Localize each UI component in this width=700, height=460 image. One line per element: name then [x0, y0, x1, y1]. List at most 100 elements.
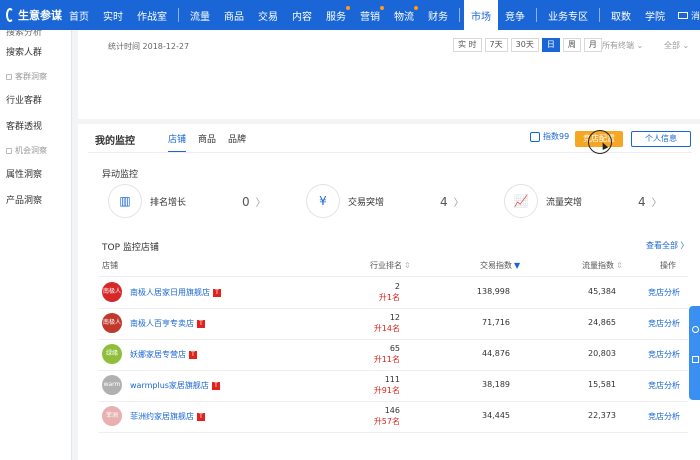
competitor-analysis-link[interactable]: 竞店分析 [648, 380, 680, 391]
scope-select[interactable]: 全部 [664, 40, 689, 51]
brand-logo[interactable]: 生意参谋 [0, 7, 62, 23]
sidebar-item-search-analysis[interactable]: 搜索分析 [0, 30, 71, 40]
nav-finance[interactable]: 财务 [421, 0, 455, 30]
rank-value: 146 [384, 406, 400, 415]
shop-name-link[interactable]: 南极人百亨专卖店 T [130, 318, 205, 329]
nav-divider [178, 8, 179, 22]
brand-name: 生意参谋 [18, 9, 62, 22]
sort-icon: ⇕ [404, 261, 411, 270]
col-trade-index[interactable]: 交易指数 ▼ [480, 260, 520, 271]
table-row: warm warmplus家居旗舰店 T 111 升91名 38,189 15,581 竞店分… [78, 371, 700, 402]
anomaly-value[interactable]: 0 〉 [242, 194, 266, 209]
shop-name-link[interactable]: 菲洲约家居旗舰店 T [130, 411, 205, 422]
anomaly-count: 4 [638, 195, 646, 209]
anomaly-label: 流量突增 [546, 197, 583, 208]
monitor-title: 我的监控 [95, 136, 135, 147]
range-week[interactable]: 周 [562, 38, 581, 52]
messages-link[interactable]: 消 [672, 9, 700, 22]
traffic-index: 15,581 [588, 380, 616, 389]
nav-divider [459, 8, 460, 22]
notice-dot [346, 6, 350, 10]
competitor-analysis-link[interactable]: 竞店分析 [648, 318, 680, 329]
shop-logo: 菲洲 [102, 406, 122, 426]
nav-competition[interactable]: 竞争 [498, 0, 532, 30]
competitor-analysis-link[interactable]: 竞店分析 [648, 349, 680, 360]
nav-trade[interactable]: 交易 [251, 0, 285, 30]
nav-traffic[interactable]: 流量 [183, 0, 217, 30]
competitor-analysis-link[interactable]: 竞店分析 [648, 411, 680, 422]
terminal-select[interactable]: 所有终端 [602, 40, 643, 51]
industry-rank: 2 升1名 [358, 281, 400, 303]
range-realtime[interactable]: 实 时 [453, 38, 482, 52]
tmall-badge-icon: T [213, 288, 221, 297]
shop-name: 菲洲约家居旗舰店 [130, 412, 194, 421]
table-row: 绿缘 妖娜家居专营店 T 65 升11名 44,876 20,803 竞店分析 [78, 340, 700, 371]
notice-dot [380, 6, 384, 10]
nav-divider [599, 8, 600, 22]
nav-right: 取数 学院 消 [595, 0, 700, 30]
shop-name: 南极人居家日用旗舰店 [130, 288, 210, 297]
industry-rank: 146 升57名 [358, 405, 400, 427]
cursor-highlight [588, 130, 612, 154]
range-month[interactable]: 月 [583, 38, 602, 52]
nav-data-fetch[interactable]: 取数 [604, 0, 638, 30]
trend-chart-icon: 📈 [504, 184, 538, 218]
tab-product[interactable]: 商品 [198, 132, 216, 153]
anomaly-value[interactable]: 4 〉 [440, 194, 464, 209]
col-action: 操作 [660, 261, 676, 270]
nav-marketing-label: 营销 [360, 11, 380, 23]
trade-index: 34,445 [482, 411, 510, 420]
top-nav: 生意参谋 首页 实时 作战室 流量 商品 交易 内容 服务 营销 物流 财务 市… [0, 0, 700, 30]
profile-button[interactable]: 个人信息 [631, 131, 691, 147]
rank-value: 65 [389, 344, 400, 353]
sidebar-item-search-crowd[interactable]: 搜索人群 [0, 40, 71, 66]
nav-service-label: 服务 [326, 11, 346, 23]
sidebar-item-product-insight[interactable]: 产品洞察 [0, 188, 71, 214]
nav-content[interactable]: 内容 [285, 0, 319, 30]
shop-logo: warm [102, 375, 122, 395]
quota-link[interactable]: 指数99 [530, 131, 569, 142]
anomaly-value[interactable]: 4 〉 [638, 194, 662, 209]
nav-warroom[interactable]: 作战室 [130, 0, 174, 30]
anomaly-label: 交易突增 [348, 197, 385, 208]
range-day[interactable]: 日 [541, 38, 560, 52]
range-7d[interactable]: 7天 [484, 38, 508, 52]
competitor-analysis-link[interactable]: 竞店分析 [648, 287, 680, 298]
tab-brand[interactable]: 品牌 [228, 132, 246, 153]
nav-product[interactable]: 商品 [217, 0, 251, 30]
shop-logo: 绿缘 [102, 344, 122, 364]
traffic-index: 24,865 [588, 318, 616, 327]
nav-realtime[interactable]: 实时 [96, 0, 130, 30]
shop-name: warmplus家居旗舰店 [130, 381, 209, 390]
top-shops-title: TOP 监控店铺 [102, 243, 159, 253]
monitor-tabs: 店铺 商品 品牌 [168, 132, 258, 153]
floating-service-bar[interactable] [689, 306, 700, 400]
trade-index: 138,998 [476, 287, 510, 296]
shop-name-link[interactable]: 南极人居家日用旗舰店 T [130, 287, 221, 298]
tab-shop[interactable]: 店铺 [168, 132, 187, 153]
monitor-card: 我的监控 店铺 商品 品牌 指数99 竞店配置 个人信息 异动监控 ▥ 排名增长… [78, 124, 700, 460]
range-30d[interactable]: 30天 [510, 38, 539, 52]
anomaly-label: 排名增长 [150, 197, 187, 208]
sidebar-item-attribute-insight[interactable]: 属性洞察 [0, 162, 71, 188]
group-label: 客群洞察 [15, 72, 47, 81]
col-traffic-index[interactable]: 流量指数 ⇕ [582, 260, 623, 271]
shop-name-link[interactable]: 妖娜家居专营店 T [130, 349, 197, 360]
see-all-link[interactable]: 查看全部 〉 [646, 240, 689, 251]
nav-marketing[interactable]: 营销 [353, 0, 387, 30]
shop-logo: 南极人 [102, 282, 122, 302]
tmall-badge-icon: T [197, 412, 205, 421]
trade-index: 38,189 [482, 380, 510, 389]
nav-service[interactable]: 服务 [319, 0, 353, 30]
nav-business-zone[interactable]: 业务专区 [541, 0, 595, 30]
nav-academy[interactable]: 学院 [638, 0, 672, 30]
nav-market[interactable]: 市场 [464, 0, 498, 30]
shop-name: 南极人百亨专卖店 [130, 319, 194, 328]
nav-home[interactable]: 首页 [62, 0, 96, 30]
nav-logistics[interactable]: 物流 [387, 0, 421, 30]
shop-name-link[interactable]: warmplus家居旗舰店 T [130, 380, 220, 391]
sidebar-item-customer-perspective[interactable]: 客群透视 [0, 114, 71, 140]
sidebar-item-industry-customers[interactable]: 行业客群 [0, 88, 71, 114]
col-shop: 店铺 [102, 261, 118, 270]
col-industry-rank[interactable]: 行业排名 ⇕ [370, 260, 411, 271]
